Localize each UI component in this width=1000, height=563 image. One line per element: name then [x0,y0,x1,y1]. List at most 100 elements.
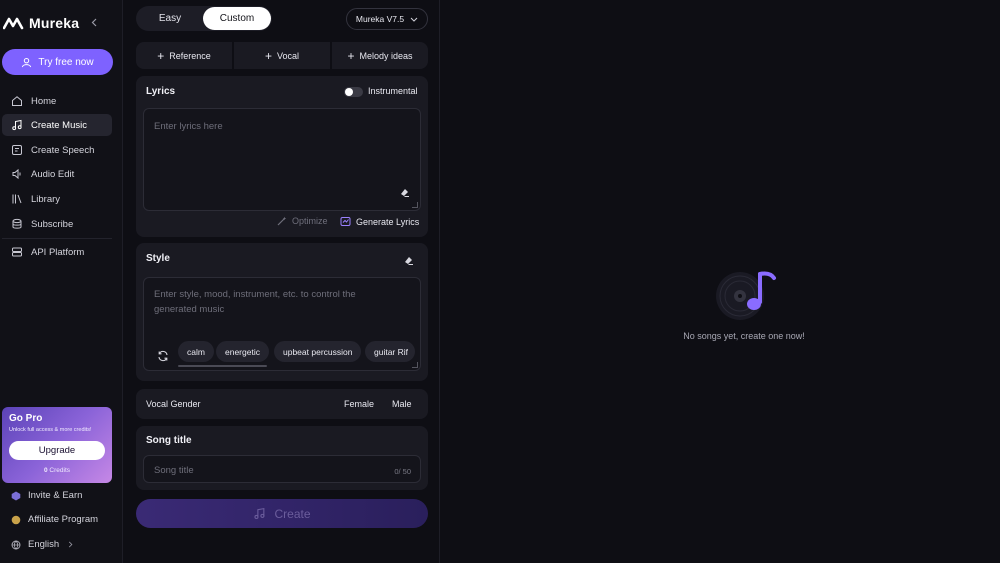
song-title-placeholder: Song title [154,465,194,476]
character-counter: 0/ 50 [394,467,411,476]
model-value: Mureka V7.5 [355,14,405,24]
sidebar-item-label: Create Music [31,119,87,131]
add-vocal-button[interactable]: + Vocal [234,42,332,69]
style-edit-icon[interactable] [403,255,414,266]
add-melody-ideas-button[interactable]: + Melody ideas [332,42,428,69]
instrumental-toggle[interactable] [344,87,363,97]
chips-scrollbar[interactable] [178,365,267,367]
style-chip[interactable]: calm [178,341,214,362]
affiliate-program-label: Affiliate Program [28,514,99,525]
optimize-label: Optimize [292,216,328,226]
plus-icon: + [157,48,165,63]
go-pro-subtitle: Unlock full access & more credits! [9,427,92,433]
generate-lyrics-icon [340,217,351,226]
style-chip[interactable]: energetic [216,341,269,362]
add-reference-button[interactable]: + Reference [136,42,234,69]
lyrics-card: Lyrics Instrumental Enter lyrics here Op… [136,76,428,237]
sidebar-item-home[interactable]: Home [2,90,112,112]
add-options-bar: + Reference + Vocal + Melody ideas [136,42,428,69]
try-free-label: Try free now [38,56,94,68]
invite-icon [11,491,21,500]
api-icon [12,247,22,257]
style-chip[interactable]: guitar Rif [365,341,415,362]
style-card: Style Enter style, mood, instrument, etc… [136,243,428,381]
upgrade-button[interactable]: Upgrade [9,441,105,460]
invite-earn-link[interactable]: Invite & Earn [11,490,82,501]
plus-icon: + [264,48,272,63]
optimize-button[interactable]: Optimize [277,216,328,226]
create-button[interactable]: Create [136,499,428,528]
sidebar-item-create-speech[interactable]: Create Speech [2,139,112,161]
audio-edit-icon [12,168,21,180]
affiliate-program-link[interactable]: Affiliate Program [11,514,98,525]
collapse-sidebar-icon[interactable] [89,16,99,28]
create-label: Create [274,506,311,521]
mode-toggle: Easy Custom [136,6,272,31]
results-area: No songs yet, create one now! [441,0,1000,563]
mureka-logo-icon [3,17,24,30]
invite-earn-label: Invite & Earn [28,490,83,501]
create-form-panel: Easy Custom Mureka V7.5 + Reference + Vo… [124,0,440,563]
music-note-icon [12,119,22,131]
lyrics-input[interactable]: Enter lyrics here [143,108,421,211]
sidebar-item-label: Audio Edit [31,168,75,180]
lyrics-placeholder: Enter lyrics here [154,121,223,132]
credits-display: 0 Credits [2,467,112,474]
chevron-down-icon [410,17,418,22]
sidebar-divider [2,238,112,239]
sidebar-item-label: Home [31,95,57,107]
sidebar-item-label: API Platform [31,246,85,258]
sidebar-item-label: Library [31,193,61,205]
sidebar-item-audio-edit[interactable]: Audio Edit [2,163,112,185]
mode-custom-tab[interactable]: Custom [203,7,271,30]
resize-handle[interactable] [412,202,418,208]
generate-lyrics-button[interactable]: Generate Lyrics [340,216,419,227]
language-selector[interactable]: English [11,539,73,550]
female-option[interactable]: Female [344,399,374,409]
style-placeholder: Enter style, mood, instrument, etc. to c… [154,287,356,317]
vinyl-music-illustration [716,271,776,320]
resize-handle[interactable] [412,362,418,368]
plus-icon: + [347,48,355,63]
song-title-heading: Song title [146,435,192,446]
vocal-gender-label: Vocal Gender [146,399,201,409]
chevron-right-icon [69,541,73,548]
empty-state-text: No songs yet, create one now! [683,331,805,341]
style-chip[interactable]: upbeat percussion [274,341,362,362]
add-reference-label: Reference [169,50,211,61]
sidebar-item-subscribe[interactable]: Subscribe [2,213,112,235]
sidebar-item-library[interactable]: Library [2,188,112,210]
song-title-card: Song title Song title 0/ 50 [136,426,428,490]
song-title-input[interactable]: Song title 0/ 50 [143,455,421,483]
app-name: Mureka [29,15,80,31]
logo[interactable]: Mureka [3,13,79,33]
sidebar-item-label: Subscribe [31,218,74,230]
user-icon [22,57,32,67]
style-title: Style [146,253,170,264]
add-melody-label: Melody ideas [359,50,413,61]
sidebar: Mureka Try free now Home Create Music Cr… [0,0,123,563]
go-pro-card: Go Pro Unlock full access & more credits… [2,407,112,483]
model-select[interactable]: Mureka V7.5 [346,8,428,30]
music-note-icon [254,507,265,520]
sidebar-item-label: Create Speech [31,144,95,156]
sidebar-item-create-music[interactable]: Create Music [2,114,112,136]
globe-icon [11,540,21,550]
add-vocal-label: Vocal [276,50,300,61]
credits-label: Credits [49,467,71,474]
language-label: English [28,539,60,550]
male-option[interactable]: Male [392,399,412,409]
home-icon [12,96,22,106]
style-placeholder-line: generated music [154,304,225,315]
go-pro-title: Go Pro [9,413,43,424]
style-placeholder-line: Enter style, mood, instrument, etc. to c… [154,289,356,300]
mode-easy-tab[interactable]: Easy [137,7,203,30]
coin-icon [11,515,21,524]
sidebar-item-api-platform[interactable]: API Platform [2,241,112,263]
subscribe-icon [12,218,22,229]
try-free-button[interactable]: Try free now [2,49,113,75]
lyrics-edit-icon[interactable] [399,187,410,198]
generate-lyrics-label: Generate Lyrics [356,216,420,227]
magic-wand-icon [277,216,287,226]
refresh-icon[interactable] [157,350,169,362]
